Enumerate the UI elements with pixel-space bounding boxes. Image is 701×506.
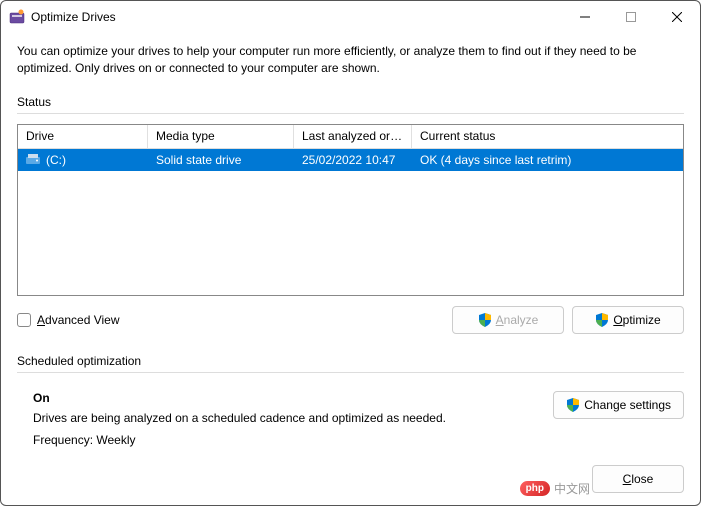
scheduled-label: Scheduled optimization	[17, 354, 684, 368]
shield-icon	[478, 313, 492, 327]
watermark: php 中文网	[520, 480, 590, 497]
scheduled-status: On	[33, 391, 553, 405]
advanced-view-label: Advanced View	[37, 313, 120, 327]
cell-media: Solid state drive	[148, 151, 294, 169]
status-label: Status	[17, 95, 684, 109]
drive-table: Drive Media type Last analyzed or o... C…	[17, 124, 684, 296]
table-row[interactable]: (C:) Solid state drive 25/02/2022 10:47 …	[18, 149, 683, 171]
change-settings-button[interactable]: Change settings	[553, 391, 684, 419]
watermark-badge: php	[520, 481, 550, 496]
close-window-button[interactable]	[654, 1, 700, 33]
minimize-button[interactable]	[562, 1, 608, 33]
divider	[17, 372, 684, 373]
drive-name: (C:)	[46, 153, 66, 167]
cell-drive: (C:)	[18, 151, 148, 169]
column-header-analyzed[interactable]: Last analyzed or o...	[294, 125, 412, 148]
shield-icon	[595, 313, 609, 327]
scheduled-description: Drives are being analyzed on a scheduled…	[33, 411, 553, 425]
titlebar: Optimize Drives	[1, 1, 700, 33]
scheduled-frequency: Frequency: Weekly	[33, 433, 553, 447]
table-header: Drive Media type Last analyzed or o... C…	[18, 125, 683, 149]
analyze-button[interactable]: Analyze	[452, 306, 564, 334]
optimize-button[interactable]: Optimize	[572, 306, 684, 334]
cell-status: OK (4 days since last retrim)	[412, 151, 683, 169]
column-header-drive[interactable]: Drive	[18, 125, 148, 148]
window-controls	[562, 1, 700, 33]
cell-analyzed: 25/02/2022 10:47	[294, 151, 412, 169]
close-button[interactable]: Close	[592, 465, 684, 493]
drive-icon	[26, 154, 42, 166]
divider	[17, 113, 684, 114]
app-icon	[9, 9, 25, 25]
watermark-text: 中文网	[554, 480, 590, 497]
advanced-view-checkbox[interactable]: Advanced View	[17, 313, 444, 327]
maximize-button[interactable]	[608, 1, 654, 33]
column-header-status[interactable]: Current status	[412, 125, 683, 148]
description-text: You can optimize your drives to help you…	[17, 43, 684, 77]
column-header-media[interactable]: Media type	[148, 125, 294, 148]
checkbox-icon	[17, 313, 31, 327]
window-title: Optimize Drives	[31, 10, 562, 24]
shield-icon	[566, 398, 580, 412]
